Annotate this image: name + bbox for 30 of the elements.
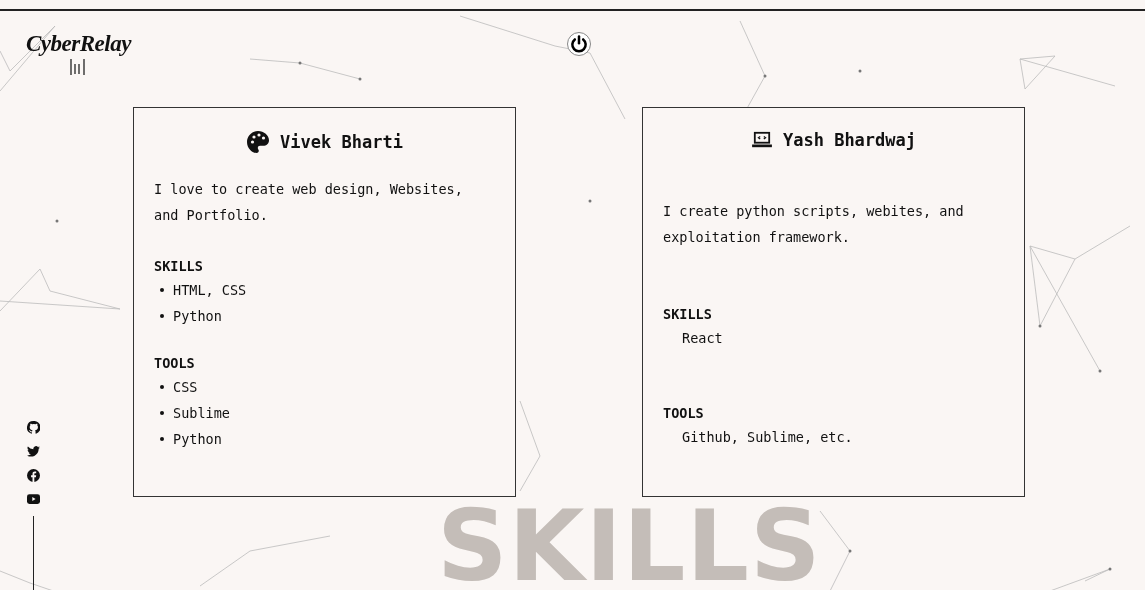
logo-text[interactable]: CyberRelay bbox=[26, 31, 131, 57]
laptop-code-icon bbox=[750, 131, 773, 149]
list-item: CSS bbox=[173, 378, 198, 397]
bullet-icon bbox=[160, 314, 164, 318]
section-heading: SKILLS bbox=[663, 306, 713, 322]
list-item: HTML, CSS bbox=[173, 281, 247, 300]
person-name: Yash Bhardwaj bbox=[782, 130, 917, 150]
list-item: Python bbox=[173, 430, 222, 449]
list-item: Python bbox=[173, 307, 222, 326]
person-name: Vivek Bharti bbox=[280, 132, 403, 152]
bullet-icon bbox=[160, 288, 164, 292]
palette-icon bbox=[246, 130, 271, 154]
description-text: I love to create web design, Websites, and Portfolio. bbox=[154, 180, 464, 225]
list-item: Github, Sublime, etc. bbox=[682, 428, 853, 447]
list-item: React bbox=[682, 329, 723, 348]
background-title: SKILLS bbox=[437, 496, 822, 590]
section-heading: SKILLS bbox=[154, 258, 204, 274]
github-icon[interactable] bbox=[27, 421, 40, 434]
facebook-icon[interactable] bbox=[27, 469, 40, 482]
bullet-icon bbox=[160, 411, 164, 415]
bullet-icon bbox=[160, 385, 164, 389]
section-heading: TOOLS bbox=[154, 355, 196, 371]
youtube-icon[interactable] bbox=[27, 494, 40, 504]
list-item: Sublime bbox=[173, 404, 230, 423]
bullet-icon bbox=[160, 437, 164, 441]
bars-icon[interactable] bbox=[69, 59, 88, 75]
twitter-icon[interactable] bbox=[27, 446, 40, 457]
section-heading: TOOLS bbox=[663, 405, 705, 421]
description-text: I create python scripts, webites, and exploitation framework. bbox=[663, 202, 965, 247]
power-button[interactable] bbox=[567, 32, 591, 56]
